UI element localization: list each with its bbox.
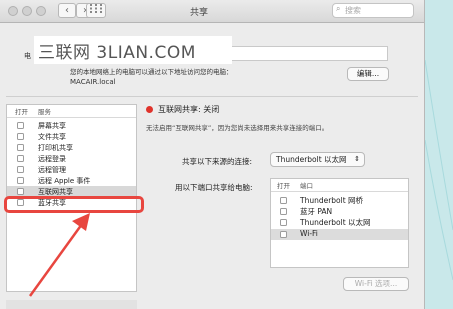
- desktop-background: [425, 59, 453, 281]
- annotation-arrow: [28, 213, 90, 297]
- arrow-shaft: [28, 223, 84, 297]
- arrow-head: [72, 213, 90, 231]
